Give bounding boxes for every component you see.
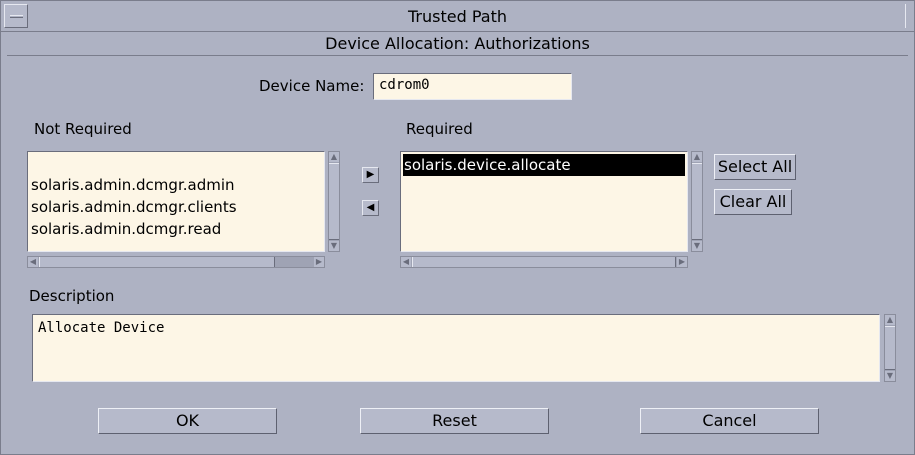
arrow-right-icon: ▶ bbox=[366, 169, 375, 180]
scroll-thumb[interactable] bbox=[39, 257, 275, 267]
select-all-button[interactable]: Select All bbox=[714, 154, 796, 180]
move-right-button[interactable]: ▶ bbox=[362, 167, 379, 183]
scroll-left-icon[interactable]: ◀ bbox=[28, 257, 38, 267]
description-text-area[interactable]: Allocate Device bbox=[32, 314, 880, 382]
ok-button[interactable]: OK bbox=[98, 408, 277, 434]
description-heading: Description bbox=[29, 287, 115, 305]
list-item-selected[interactable]: solaris.device.allocate bbox=[403, 154, 685, 176]
scroll-up-icon[interactable]: ▲ bbox=[885, 315, 895, 325]
scroll-up-icon[interactable]: ▲ bbox=[329, 152, 339, 162]
window-frame-edge bbox=[905, 4, 911, 28]
not-required-heading: Not Required bbox=[34, 120, 132, 138]
arrow-left-icon: ◀ bbox=[366, 202, 375, 213]
scroll-left-icon[interactable]: ◀ bbox=[401, 257, 411, 267]
scroll-right-icon[interactable]: ▶ bbox=[314, 257, 324, 267]
scroll-down-icon[interactable]: ▼ bbox=[885, 371, 895, 381]
required-hscrollbar[interactable]: ◀ ▶ bbox=[400, 256, 688, 268]
window-title: Trusted Path bbox=[408, 7, 507, 26]
clear-all-button[interactable]: Clear All bbox=[714, 189, 792, 215]
description-vscrollbar[interactable]: ▲ ▼ bbox=[884, 314, 896, 382]
device-name-label: Device Name: bbox=[259, 77, 365, 95]
scroll-thumb[interactable] bbox=[885, 326, 895, 370]
list-item[interactable]: solaris.admin.dcmgr.admin bbox=[28, 174, 324, 196]
reset-button[interactable]: Reset bbox=[360, 408, 549, 434]
scroll-down-icon[interactable]: ▼ bbox=[692, 241, 702, 251]
device-name-field[interactable]: cdrom0 bbox=[373, 73, 572, 100]
scroll-thumb[interactable] bbox=[692, 163, 702, 240]
list-item[interactable]: solaris.admin.dcmgr.read bbox=[28, 218, 324, 240]
scroll-up-icon[interactable]: ▲ bbox=[692, 152, 702, 162]
cancel-button[interactable]: Cancel bbox=[640, 408, 819, 434]
move-left-button[interactable]: ◀ bbox=[362, 200, 379, 216]
required-list[interactable]: solaris.device.allocate bbox=[400, 151, 688, 252]
list-item[interactable]: solaris.admin.dcmgr.clients bbox=[28, 196, 324, 218]
not-required-hscrollbar[interactable]: ◀ ▶ bbox=[27, 256, 325, 268]
dialog-window: Trusted Path Device Allocation: Authoriz… bbox=[0, 0, 915, 455]
dialog-subtitle-bar: Device Allocation: Authorizations bbox=[7, 32, 908, 56]
required-vscrollbar[interactable]: ▲ ▼ bbox=[691, 151, 703, 252]
scroll-thumb[interactable] bbox=[412, 257, 676, 267]
scroll-right-icon[interactable]: ▶ bbox=[677, 257, 687, 267]
not-required-vscrollbar[interactable]: ▲ ▼ bbox=[328, 151, 340, 252]
dialog-subtitle: Device Allocation: Authorizations bbox=[325, 34, 590, 53]
scroll-down-icon[interactable]: ▼ bbox=[329, 241, 339, 251]
scroll-thumb[interactable] bbox=[329, 163, 339, 240]
required-heading: Required bbox=[406, 120, 473, 138]
title-bar[interactable]: Trusted Path bbox=[1, 1, 914, 32]
not-required-list[interactable]: solaris.admin.dcmgr.admin solaris.admin.… bbox=[27, 151, 325, 252]
